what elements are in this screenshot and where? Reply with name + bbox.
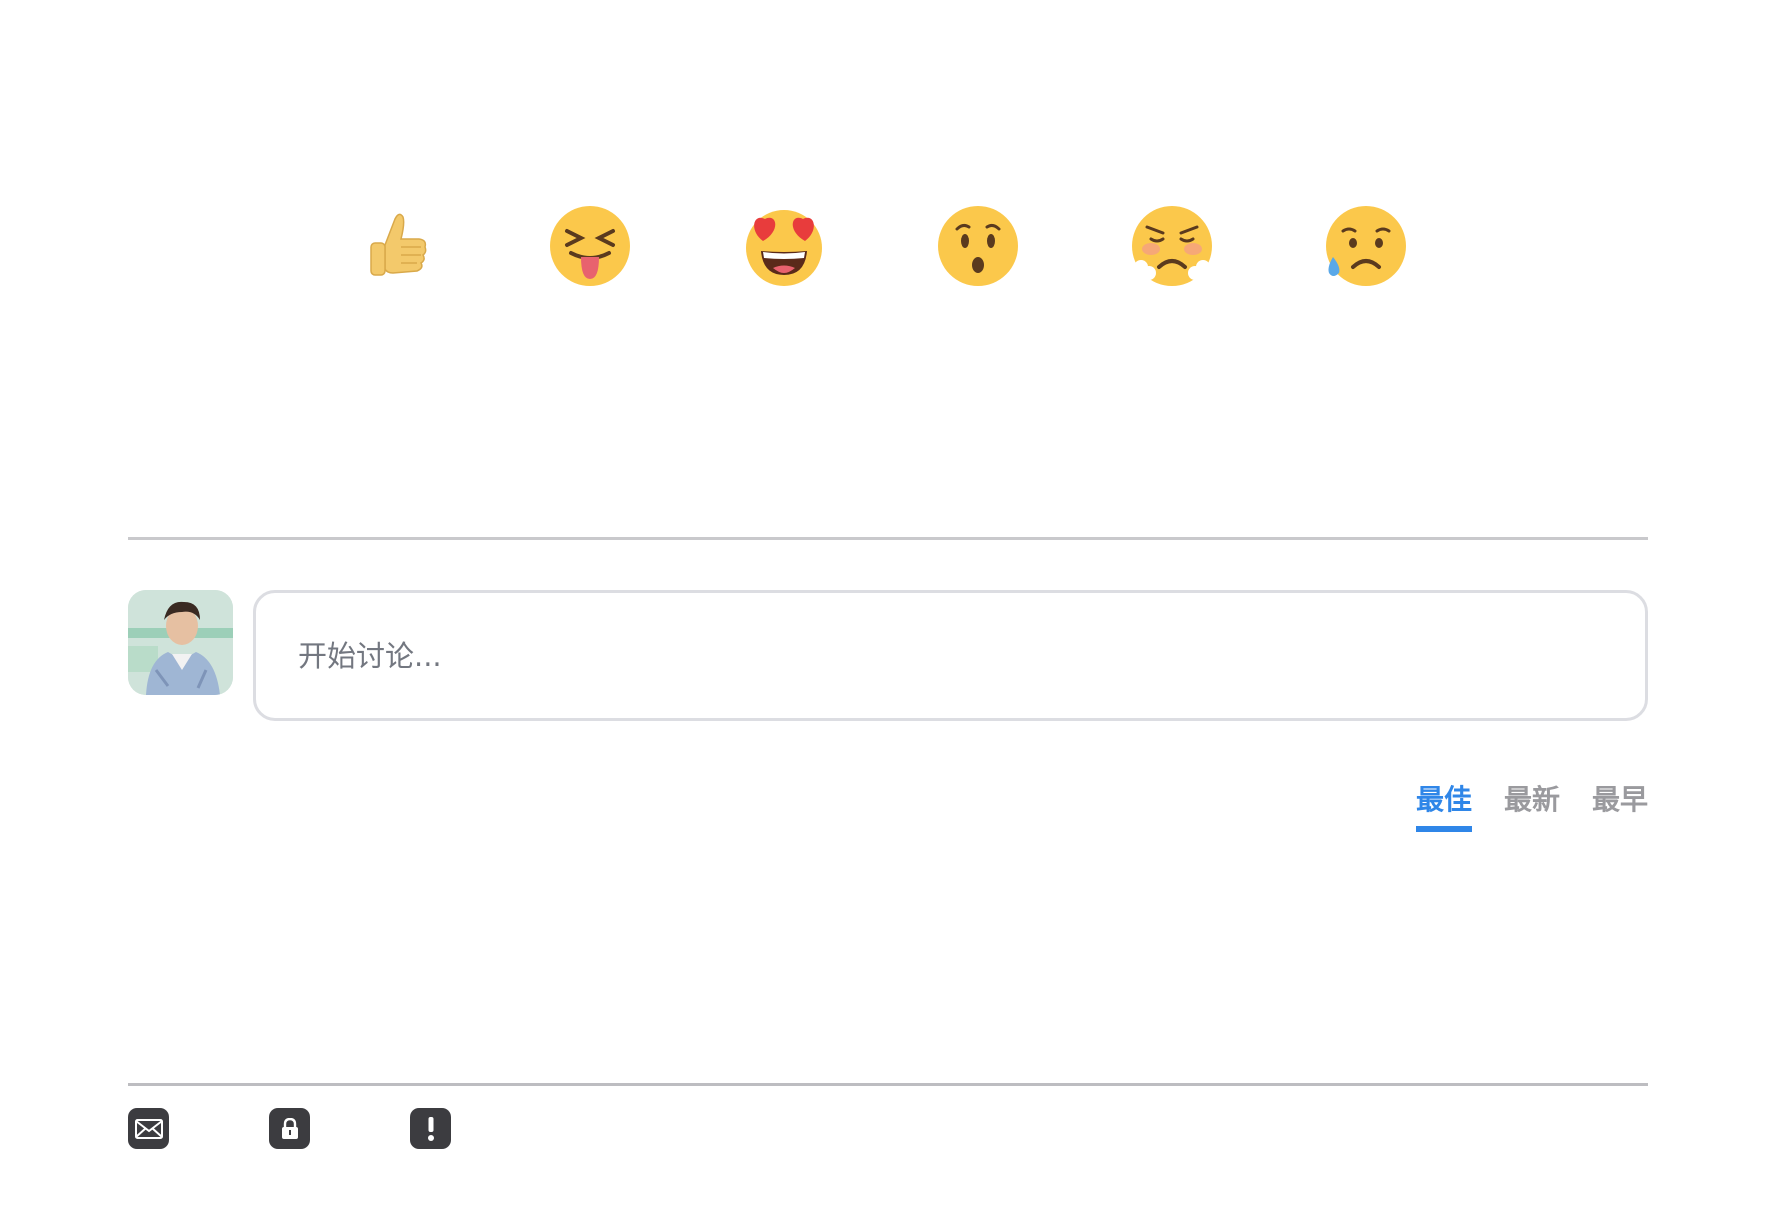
mail-icon[interactable] bbox=[128, 1108, 169, 1149]
lock-icon[interactable] bbox=[269, 1108, 310, 1149]
divider-top bbox=[128, 537, 1648, 540]
sad-sweat-icon bbox=[1326, 206, 1406, 286]
avatar bbox=[128, 590, 233, 695]
heart-eyes-icon bbox=[746, 210, 822, 286]
tab-oldest[interactable]: 最早 bbox=[1592, 778, 1648, 832]
thumbs-up-icon bbox=[370, 213, 427, 276]
squinting-tongue-icon bbox=[550, 206, 630, 286]
comment-box[interactable] bbox=[253, 590, 1648, 721]
reactions-bar bbox=[355, 205, 1407, 287]
reaction-surprised[interactable] bbox=[937, 205, 1019, 287]
footer-icons bbox=[128, 1108, 451, 1149]
reaction-angry-steam[interactable] bbox=[1131, 205, 1213, 287]
avatar-image bbox=[128, 590, 233, 695]
tab-best[interactable]: 最佳 bbox=[1415, 778, 1472, 832]
surprised-icon bbox=[938, 206, 1018, 286]
comment-input[interactable] bbox=[298, 625, 1645, 686]
tab-newest[interactable]: 最新 bbox=[1504, 778, 1560, 832]
reaction-squinting-tongue[interactable] bbox=[549, 205, 631, 287]
sort-tabs: 最佳 最新 最早 bbox=[1415, 778, 1648, 832]
reaction-sad-sweat[interactable] bbox=[1325, 205, 1407, 287]
exclamation-icon[interactable] bbox=[410, 1108, 451, 1149]
reaction-heart-eyes[interactable] bbox=[743, 205, 825, 287]
reaction-thumbs-up[interactable] bbox=[355, 205, 437, 287]
angry-steam-icon bbox=[1132, 206, 1212, 286]
page: 最佳 最新 最早 bbox=[0, 0, 1782, 1218]
divider-bottom bbox=[128, 1083, 1648, 1086]
